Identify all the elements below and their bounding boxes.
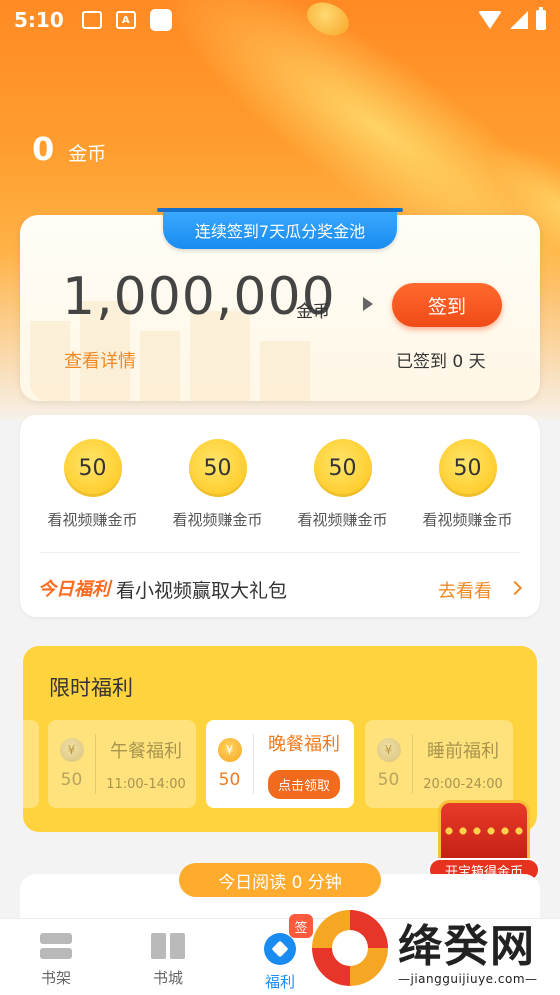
meal-card-partial: [23, 720, 39, 808]
meal-time: 11:00-14:00: [106, 776, 186, 792]
coin-icon: 50: [438, 439, 497, 497]
nav-bookshelf[interactable]: 书架: [16, 933, 96, 988]
claim-button[interactable]: 点击领取: [267, 769, 340, 799]
nav-label: 书架: [40, 969, 71, 987]
video-task[interactable]: 50 看视频赚金币: [283, 439, 403, 530]
coin-balance: 0 金币: [32, 130, 106, 168]
meal-name: 晚餐福利: [268, 733, 340, 755]
reading-time-pill: 今日阅读 0 分钟: [179, 863, 381, 897]
welfare-icon: [264, 933, 296, 965]
nav-label: 书城: [152, 969, 183, 987]
text-notification-icon: A: [115, 11, 136, 29]
nav-label: 福利: [264, 973, 295, 991]
balance-amount: 0: [32, 130, 55, 168]
balance-unit: 金币: [68, 143, 107, 165]
video-task-label: 看视频赚金币: [422, 511, 513, 529]
coin-icon: 50: [188, 439, 247, 497]
coin-icon: ¥: [376, 738, 401, 762]
battery-icon: [536, 7, 546, 30]
wifi-icon: [478, 11, 502, 29]
treasure-chest-button[interactable]: 开宝箱得金币: [428, 790, 540, 886]
watermark-logo-icon: [312, 910, 388, 986]
meal-amount: 50: [377, 770, 400, 790]
today-welfare-logo: 今日福利: [38, 579, 110, 600]
site-watermark: 绛癸网 —jiangguijiuye.com—: [312, 908, 560, 995]
chevron-right-icon[interactable]: [507, 580, 523, 596]
nav-bookstore[interactable]: 书城: [128, 933, 208, 988]
coin-icon: 50: [313, 439, 372, 497]
meal-amount: 50: [218, 770, 241, 790]
limited-title: 限时福利: [49, 676, 133, 700]
video-task-label: 看视频赚金币: [172, 511, 263, 529]
watermark-url: —jiangguijiuye.com—: [398, 972, 538, 986]
checkin-button[interactable]: 签到: [392, 283, 502, 327]
nav-welfare[interactable]: 福利: [240, 933, 320, 992]
meal-name: 午餐福利: [110, 740, 182, 762]
pool-amount: 1,000,000: [62, 267, 336, 327]
coin-icon: ¥: [217, 738, 242, 762]
go-look-link[interactable]: 去看看: [438, 577, 492, 603]
book-icon: [151, 933, 185, 961]
play-arrow-icon: [363, 297, 373, 311]
watermark-name: 绛癸网: [398, 921, 536, 972]
view-details-link[interactable]: 查看详情: [64, 347, 136, 373]
sign-badge: 签: [289, 914, 313, 938]
video-task-label: 看视频赚金币: [47, 511, 138, 529]
meal-card-lunch[interactable]: ¥ 50 午餐福利 11:00-14:00: [48, 720, 196, 808]
signed-days: 已签到 0 天: [396, 352, 486, 372]
checkin-banner: 连续签到7天瓜分奖金池: [157, 208, 403, 249]
coin-icon: ¥: [59, 738, 84, 762]
video-tasks-card: 50 看视频赚金币 50 看视频赚金币 50 看视频赚金币 50 看视频赚金币 …: [20, 415, 540, 617]
coins-decoration: [442, 824, 526, 840]
video-task[interactable]: 50 看视频赚金币: [33, 439, 153, 530]
status-time: 5:10: [14, 8, 64, 32]
checkin-card: 连续签到7天瓜分奖金池 1,000,000 金币 签到 查看详情 已签到 0 天: [20, 208, 540, 401]
video-task-label: 看视频赚金币: [297, 511, 388, 529]
meal-amount: 50: [60, 770, 83, 790]
image-notification-icon: [81, 11, 102, 29]
divider: [40, 552, 520, 553]
meal-card-dinner[interactable]: ¥ 50 晚餐福利 点击领取: [206, 720, 354, 808]
meal-name: 睡前福利: [427, 740, 499, 762]
app-notification-icon: [149, 9, 172, 31]
status-bar: 5:10 A: [0, 0, 560, 40]
coin-icon: 50: [63, 439, 122, 497]
video-task[interactable]: 50 看视频赚金币: [408, 439, 528, 530]
signal-icon: [510, 11, 528, 29]
bookshelf-icon: [40, 933, 72, 961]
pool-unit: 金币: [296, 302, 330, 322]
today-welfare-text: 看小视频赢取大礼包: [116, 580, 288, 602]
video-task[interactable]: 50 看视频赚金币: [158, 439, 278, 530]
